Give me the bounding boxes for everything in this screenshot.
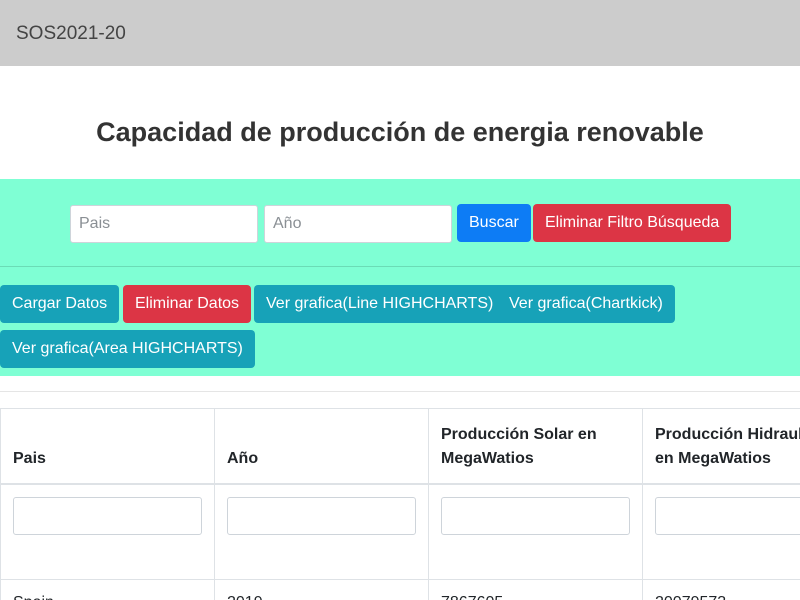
view-chartkick-button[interactable]: Ver grafica(Chartkick) <box>497 285 675 323</box>
filter-cell <box>214 483 429 580</box>
table-filter-row <box>0 483 800 580</box>
delete-data-button[interactable]: Eliminar Datos <box>123 285 252 323</box>
table-row: Spain 2019 7867605 20079573 <box>0 579 800 600</box>
filter-cell <box>428 483 643 580</box>
search-bar: Buscar Eliminar Filtro Búsqueda <box>0 179 800 267</box>
search-button[interactable]: Buscar <box>457 204 531 242</box>
view-line-chart-button[interactable]: Ver grafica(Line HIGHCHARTS) <box>254 285 506 323</box>
navbar: SOS2021-20 <box>0 0 800 66</box>
filter-cell <box>642 483 800 580</box>
column-header-country: Pais <box>0 408 215 485</box>
cell-hydro: 20079573 <box>642 579 800 600</box>
new-hydro-input[interactable] <box>655 496 800 535</box>
new-solar-input[interactable] <box>441 496 630 535</box>
table-header-row: Pais Año Producción Solar en MegaWatios … <box>0 408 800 485</box>
load-data-button[interactable]: Cargar Datos <box>0 285 120 323</box>
country-filter-input[interactable] <box>70 205 258 243</box>
data-table: Pais Año Producción Solar en MegaWatios … <box>0 408 800 600</box>
cell-year: 2019 <box>214 579 429 600</box>
divider <box>0 391 800 392</box>
navbar-brand[interactable]: SOS2021-20 <box>16 22 126 46</box>
data-table-container: Pais Año Producción Solar en MegaWatios … <box>0 408 800 600</box>
page-title: Capacidad de producción de energia renov… <box>96 117 704 147</box>
year-filter-input[interactable] <box>264 205 452 243</box>
cell-country[interactable]: Spain <box>0 579 215 600</box>
column-header-year: Año <box>214 408 429 485</box>
new-country-input[interactable] <box>13 496 202 535</box>
actions-bar: Cargar Datos Eliminar Datos Ver grafica(… <box>0 267 800 376</box>
clear-filter-button[interactable]: Eliminar Filtro Búsqueda <box>533 204 732 242</box>
view-area-chart-button[interactable]: Ver grafica(Area HIGHCHARTS) <box>0 330 255 368</box>
cell-solar: 7867605 <box>428 579 643 600</box>
column-header-solar: Producción Solar en MegaWatios <box>428 408 643 485</box>
filter-cell <box>0 483 215 580</box>
new-year-input[interactable] <box>227 496 416 535</box>
column-header-hydro: Producción Hidraulica en MegaWatios <box>642 408 800 485</box>
